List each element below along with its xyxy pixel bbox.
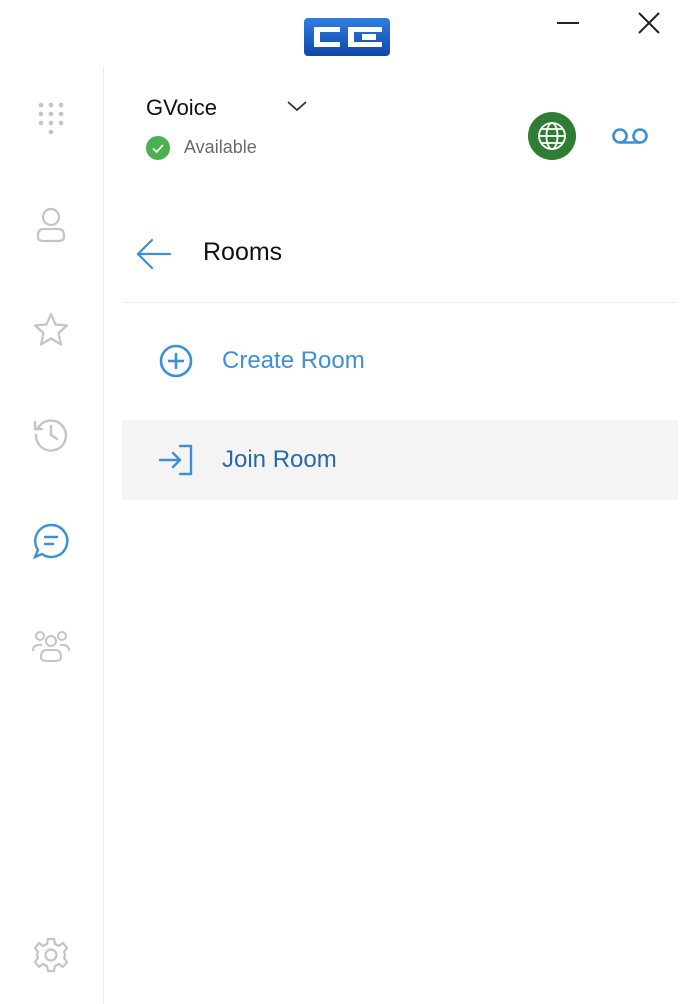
close-icon[interactable] bbox=[636, 10, 662, 36]
star-icon[interactable] bbox=[30, 309, 72, 351]
page-title: Rooms bbox=[203, 238, 283, 266]
create-room-label: Create Room bbox=[222, 347, 365, 374]
voicemail-button[interactable] bbox=[609, 122, 651, 150]
chevron-down-icon[interactable] bbox=[284, 94, 310, 118]
status-available-icon bbox=[146, 136, 170, 160]
plus-circle-icon bbox=[158, 343, 194, 379]
contacts-icon[interactable] bbox=[30, 204, 72, 246]
cc-logo-icon bbox=[302, 16, 392, 58]
main-panel: GVoice Available Rooms Create Room Join … bbox=[104, 66, 695, 1004]
sidebar bbox=[0, 66, 104, 1004]
join-room-button[interactable]: Join Room bbox=[122, 420, 678, 500]
gear-icon[interactable] bbox=[30, 934, 72, 976]
dialpad-icon[interactable] bbox=[30, 98, 72, 140]
status-text: Available bbox=[184, 137, 257, 157]
globe-button[interactable] bbox=[528, 112, 576, 160]
join-icon bbox=[158, 442, 194, 478]
account-name: GVoice bbox=[146, 95, 217, 120]
join-room-label: Join Room bbox=[222, 446, 337, 473]
create-room-button[interactable]: Create Room bbox=[122, 321, 678, 401]
back-arrow-icon[interactable] bbox=[134, 234, 174, 274]
chat-icon[interactable] bbox=[30, 520, 72, 562]
minimize-icon[interactable] bbox=[555, 10, 581, 36]
history-icon[interactable] bbox=[30, 414, 72, 456]
globe-icon bbox=[538, 122, 566, 150]
page-header: Rooms bbox=[122, 216, 678, 303]
title-bar bbox=[0, 0, 695, 66]
group-icon[interactable] bbox=[30, 624, 72, 666]
voicemail-icon bbox=[612, 128, 648, 144]
